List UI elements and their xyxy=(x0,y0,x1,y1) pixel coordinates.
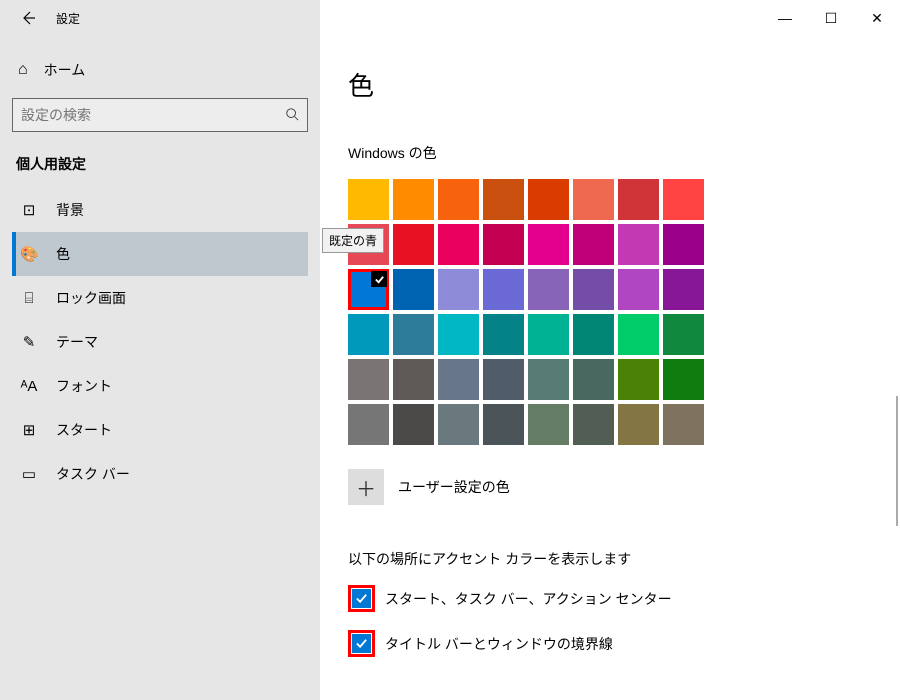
color-swatch[interactable] xyxy=(348,179,389,220)
color-swatch[interactable] xyxy=(573,224,614,265)
sidebar: ⌂ ホーム 個人用設定 ⊡背景🎨色⌸ロック画面✎テーマᴬAフォント⊞スタート▭タ… xyxy=(0,36,320,700)
scrollbar-indicator[interactable] xyxy=(896,396,898,526)
sidebar-item-4[interactable]: ᴬA フォント xyxy=(12,364,308,408)
custom-color-label: ユーザー設定の色 xyxy=(398,477,510,497)
checkbox-label: タイトル バーとウィンドウの境界線 xyxy=(385,634,613,654)
color-swatch[interactable] xyxy=(438,269,479,310)
sidebar-item-3[interactable]: ✎ テーマ xyxy=(12,320,308,364)
color-swatch[interactable] xyxy=(618,404,659,445)
sidebar-home[interactable]: ⌂ ホーム xyxy=(12,52,308,98)
check-icon xyxy=(371,271,387,287)
titlebar: 設定 — ☐ ✕ xyxy=(0,0,900,36)
sidebar-item-0[interactable]: ⊡ 背景 xyxy=(12,188,308,232)
color-swatch[interactable] xyxy=(663,269,704,310)
color-swatch[interactable] xyxy=(393,224,434,265)
color-swatch[interactable] xyxy=(483,179,524,220)
color-swatch[interactable] xyxy=(393,269,434,310)
color-swatch[interactable] xyxy=(393,179,434,220)
color-swatch[interactable] xyxy=(663,314,704,355)
color-swatch[interactable] xyxy=(348,269,389,310)
color-swatch[interactable] xyxy=(663,179,704,220)
minimize-button[interactable]: — xyxy=(762,0,808,36)
nav-icon: ⊡ xyxy=(20,201,38,219)
color-swatch[interactable] xyxy=(618,179,659,220)
color-swatch[interactable] xyxy=(528,314,569,355)
color-swatch[interactable] xyxy=(573,179,614,220)
color-swatch[interactable] xyxy=(483,224,524,265)
color-swatch[interactable] xyxy=(618,224,659,265)
nav-label: ロック画面 xyxy=(56,288,126,308)
nav-label: スタート xyxy=(56,420,112,440)
color-swatch[interactable] xyxy=(438,314,479,355)
search-box[interactable] xyxy=(12,98,308,132)
color-swatch[interactable] xyxy=(528,359,569,400)
maximize-button[interactable]: ☐ xyxy=(808,0,854,36)
checkbox-row-0: スタート、タスク バー、アクション センター xyxy=(348,585,872,612)
sidebar-item-2[interactable]: ⌸ ロック画面 xyxy=(12,276,308,320)
nav-icon: ▭ xyxy=(20,465,38,483)
color-swatch[interactable] xyxy=(348,404,389,445)
sidebar-item-6[interactable]: ▭ タスク バー xyxy=(12,452,308,496)
color-swatch[interactable] xyxy=(618,359,659,400)
window-title: 設定 xyxy=(56,10,80,27)
swatch-tooltip: 既定の青 xyxy=(322,228,384,253)
color-swatch[interactable] xyxy=(438,224,479,265)
color-swatch[interactable] xyxy=(393,359,434,400)
color-swatch[interactable] xyxy=(573,404,614,445)
add-custom-color-button[interactable]: ＋ xyxy=(348,469,384,505)
color-swatch[interactable] xyxy=(663,359,704,400)
color-swatch[interactable] xyxy=(573,269,614,310)
color-palette xyxy=(348,179,704,445)
home-label: ホーム xyxy=(44,60,86,80)
sidebar-section-title: 個人用設定 xyxy=(16,154,304,174)
color-swatch[interactable] xyxy=(483,359,524,400)
plus-icon: ＋ xyxy=(356,473,376,502)
color-swatch[interactable] xyxy=(528,179,569,220)
color-swatch[interactable] xyxy=(348,359,389,400)
color-swatch[interactable] xyxy=(438,404,479,445)
nav-icon: ✎ xyxy=(20,333,38,351)
color-swatch[interactable] xyxy=(393,404,434,445)
palette-label: Windows の色 xyxy=(348,143,872,163)
nav-label: テーマ xyxy=(56,332,98,352)
nav-icon: 🎨 xyxy=(20,245,38,263)
home-icon: ⌂ xyxy=(18,61,28,79)
color-swatch[interactable] xyxy=(573,359,614,400)
sidebar-item-1[interactable]: 🎨色 xyxy=(12,232,308,276)
color-swatch[interactable] xyxy=(483,269,524,310)
color-swatch[interactable] xyxy=(483,404,524,445)
accent-section-label: 以下の場所にアクセント カラーを表示します xyxy=(348,549,872,569)
color-swatch[interactable] xyxy=(438,179,479,220)
color-swatch[interactable] xyxy=(348,314,389,355)
color-swatch[interactable] xyxy=(573,314,614,355)
color-swatch[interactable] xyxy=(663,404,704,445)
color-swatch[interactable] xyxy=(528,404,569,445)
nav-icon: ᴬA xyxy=(20,378,38,395)
color-swatch[interactable] xyxy=(438,359,479,400)
search-icon xyxy=(285,107,299,124)
color-swatch[interactable] xyxy=(528,269,569,310)
checkbox-label: スタート、タスク バー、アクション センター xyxy=(385,589,672,609)
sidebar-item-5[interactable]: ⊞ スタート xyxy=(12,408,308,452)
back-button[interactable] xyxy=(8,0,48,36)
color-swatch[interactable] xyxy=(483,314,524,355)
color-swatch[interactable] xyxy=(618,314,659,355)
checkbox-row-1: タイトル バーとウィンドウの境界線 xyxy=(348,630,872,657)
checkbox[interactable] xyxy=(348,585,375,612)
color-swatch[interactable] xyxy=(528,224,569,265)
checkbox[interactable] xyxy=(348,630,375,657)
nav-icon: ⊞ xyxy=(20,421,38,439)
close-button[interactable]: ✕ xyxy=(854,0,900,36)
nav-icon: ⌸ xyxy=(20,290,38,307)
page-heading: 色 xyxy=(348,66,872,103)
nav-label: 色 xyxy=(56,244,70,264)
content-panel: 色 Windows の色 ＋ ユーザー設定の色 以下の場所にアクセント カラーを… xyxy=(320,36,900,700)
color-swatch[interactable] xyxy=(663,224,704,265)
nav-label: フォント xyxy=(56,376,112,396)
nav-label: 背景 xyxy=(56,200,84,220)
search-input[interactable] xyxy=(21,107,285,123)
color-swatch[interactable] xyxy=(618,269,659,310)
nav-label: タスク バー xyxy=(56,464,130,484)
color-swatch[interactable] xyxy=(393,314,434,355)
